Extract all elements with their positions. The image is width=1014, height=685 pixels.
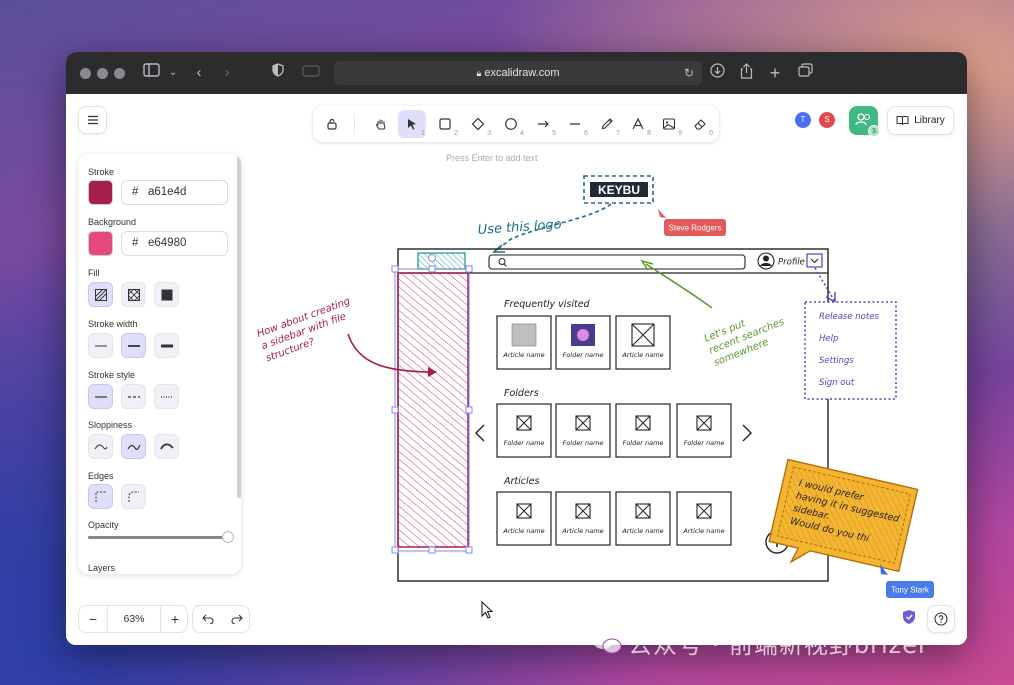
wechat-watermark: 公众号 · 前端新视野brizer — [592, 625, 929, 661]
tab-overview-icon[interactable] — [797, 63, 813, 83]
url-text: excalidraw.com — [484, 67, 560, 79]
use-logo-note[interactable]: Use this logo — [477, 217, 562, 238]
avatar-head — [763, 255, 769, 262]
article-card[interactable]: Article name — [555, 491, 611, 546]
menu-item-release-notes[interactable]: Release notes — [819, 312, 879, 322]
profile-label[interactable]: Profile — [778, 258, 805, 268]
steve-cursor-pointer — [658, 209, 666, 218]
address-bar[interactable]: 🔒︎ excalidraw.com ↻ — [334, 61, 702, 85]
browser-window: ⌄ ‹ › 🔒︎ excalidraw.com ↻ + 1 2 3 4 5 6 — [66, 52, 967, 645]
mouse-pointer-icon — [481, 600, 494, 619]
zoom-out-button[interactable]: − — [79, 606, 107, 632]
search-note[interactable]: Let's put recent searchessomewhere — [703, 304, 791, 368]
sidebar-toggle-icon[interactable] — [142, 63, 160, 83]
section-title-articles[interactable]: Articles — [503, 476, 539, 487]
article-card[interactable]: Article name — [676, 491, 732, 546]
redo-button[interactable] — [222, 606, 251, 632]
flower-icon — [577, 329, 589, 341]
card-label: Folder name — [623, 439, 664, 447]
minimize-window-button[interactable] — [97, 68, 108, 79]
article-cards-group: Article name Article name Article name Arti… — [496, 491, 732, 546]
zoom-in-button[interactable]: + — [161, 606, 189, 632]
reload-icon[interactable]: ↻ — [684, 61, 694, 85]
download-icon[interactable] — [709, 63, 725, 83]
undo-icon — [201, 614, 213, 624]
logo-placeholder[interactable] — [417, 252, 466, 270]
folder-card[interactable]: Folder name — [555, 403, 611, 458]
steve-cursor-label: Steve Rodgers — [669, 224, 722, 233]
menu-item-help[interactable]: Help — [819, 334, 838, 344]
folder-card[interactable]: Folder name — [615, 403, 671, 458]
profile-dropdown-toggle[interactable] — [806, 253, 823, 268]
search-note-arrow[interactable] — [645, 263, 713, 309]
folder-card[interactable]: Folder name — [496, 403, 552, 458]
chevron-down-icon[interactable]: ⌄ — [167, 63, 179, 83]
tony-cursor-label: Tony Stark — [891, 586, 930, 595]
search-bar-sketch[interactable] — [488, 254, 746, 270]
card-label: Folder name — [684, 439, 725, 447]
section-title-folders[interactable]: Folders — [504, 388, 539, 399]
card-label: Article name — [502, 527, 544, 535]
new-tab-icon[interactable]: + — [767, 63, 783, 83]
rotation-handle[interactable] — [428, 254, 436, 262]
card-label: Folder name — [504, 439, 545, 447]
menu-item-settings[interactable]: Settings — [819, 356, 854, 366]
menu-item-sign-out[interactable]: Sign out — [819, 378, 855, 388]
help-icon — [934, 612, 948, 626]
article-card[interactable]: Article name — [615, 491, 671, 546]
privacy-shield-icon[interactable] — [271, 63, 285, 83]
zoom-window-button[interactable] — [114, 68, 125, 79]
hatched-sidebar[interactable] — [397, 272, 469, 548]
folder-card[interactable]: Folder name — [676, 403, 732, 458]
carousel-prev-icon[interactable] — [475, 424, 485, 442]
frequent-cards-group: Article name Folder name Article name — [496, 315, 671, 370]
keyboard-icon — [301, 63, 321, 83]
zoom-level[interactable]: 63% — [108, 606, 160, 632]
wireframe-drawing[interactable]: KEYBU Use this logo Steve Rodgers Profil… — [66, 94, 967, 645]
card-label: Article name — [621, 351, 663, 359]
card-label: Article name — [561, 527, 603, 535]
thumbnail-image — [511, 323, 537, 347]
frequent-card[interactable]: Folder name — [555, 315, 611, 370]
shield-check-icon — [903, 610, 915, 624]
close-window-button[interactable] — [80, 68, 91, 79]
excalidraw-canvas[interactable]: 1 2 3 4 5 6 7 8 9 0 Press Enter to add t… — [66, 94, 967, 645]
help-button[interactable] — [927, 605, 955, 633]
zoom-controls: − 63% + — [78, 605, 188, 633]
card-label: Folder name — [563, 439, 604, 447]
section-title-frequent[interactable]: Frequently visited — [504, 299, 591, 310]
folder-cards-group: Folder name Folder name Folder name Folder … — [496, 403, 732, 458]
lock-icon: 🔒︎ — [476, 68, 482, 78]
frequent-card[interactable]: Article name — [496, 315, 552, 370]
card-label: Article name — [682, 527, 724, 535]
article-card[interactable]: Article name — [496, 491, 552, 546]
undo-button[interactable] — [193, 606, 222, 632]
redo-icon — [231, 614, 243, 624]
card-label: Article name — [502, 351, 544, 359]
forward-icon[interactable]: › — [220, 63, 234, 83]
keybu-logo-text: KEYBU — [598, 183, 640, 197]
frequent-card[interactable]: Article name — [615, 315, 671, 370]
card-label: Article name — [621, 527, 663, 535]
browser-titlebar: ⌄ ‹ › 🔒︎ excalidraw.com ↻ + — [66, 52, 967, 94]
watermark-text: 公众号 · 前端新视野brizer — [628, 631, 929, 659]
wechat-icon — [592, 631, 622, 661]
history-controls — [192, 605, 250, 633]
back-icon[interactable]: ‹ — [192, 63, 206, 83]
card-label: Folder name — [563, 351, 604, 359]
carousel-next-icon[interactable] — [742, 424, 752, 442]
sticky-note[interactable]: I would prefer having it in suggestedsid… — [766, 458, 919, 586]
sidebar-note[interactable]: How about creating a sidebar with filest… — [256, 295, 364, 364]
share-icon[interactable] — [738, 63, 754, 83]
